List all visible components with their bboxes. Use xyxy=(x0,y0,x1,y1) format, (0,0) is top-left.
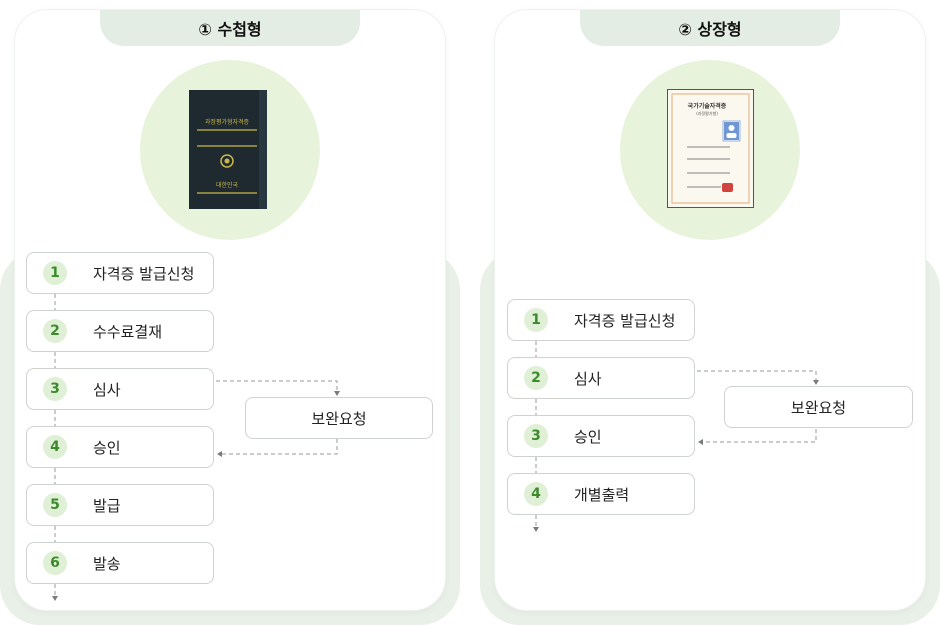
step-label: 심사 xyxy=(574,369,602,388)
right-supplement-request: 보완요청 xyxy=(724,386,913,428)
right-flow-lines xyxy=(533,341,819,532)
step-label: 승인 xyxy=(574,427,602,446)
step-number: 1 xyxy=(524,308,548,332)
step-label: 자격증 발급신청 xyxy=(574,311,676,330)
step-number: 3 xyxy=(524,424,548,448)
right-step-3: 3 승인 xyxy=(507,415,695,457)
step-label: 개별출력 xyxy=(574,485,630,504)
right-step-1: 1 자격증 발급신청 xyxy=(507,299,695,341)
right-step-2: 2 심사 xyxy=(507,357,695,399)
right-step-4: 4 개별출력 xyxy=(507,473,695,515)
step-number: 2 xyxy=(524,366,548,390)
step-number: 4 xyxy=(524,482,548,506)
